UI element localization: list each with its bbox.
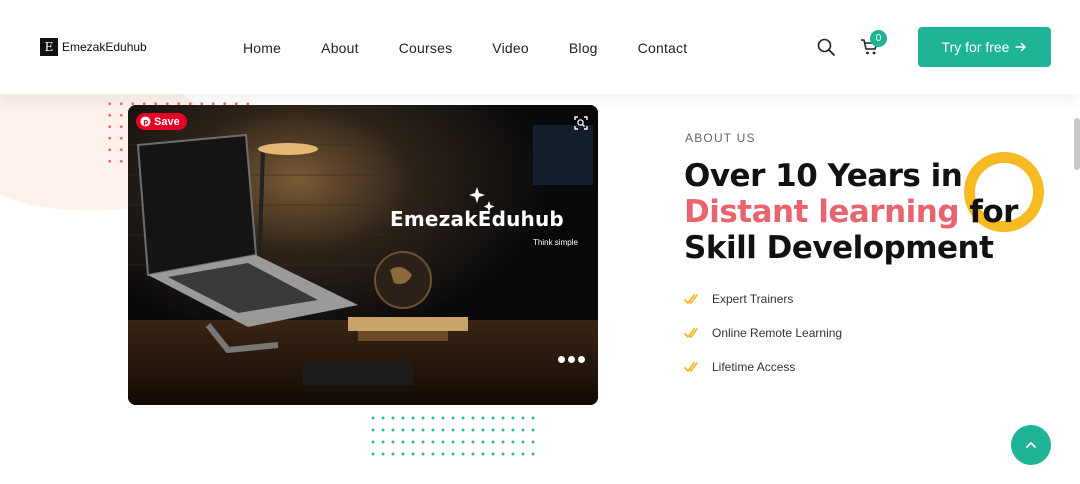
- check-icon: [684, 294, 698, 304]
- chevron-up-icon: [1026, 442, 1036, 448]
- decorative-dots-teal: [368, 412, 538, 462]
- heading-line-1: Over 10 Years in: [684, 158, 963, 194]
- visual-search-icon[interactable]: [572, 114, 590, 132]
- feature-label: Expert Trainers: [712, 292, 794, 306]
- logo-mark: E: [40, 38, 58, 56]
- save-label: Save: [154, 115, 180, 128]
- site-header: E EmezakEduhub Home About Courses Video …: [0, 0, 1080, 94]
- nav-item-blog[interactable]: Blog: [569, 38, 598, 58]
- more-dot: [558, 355, 565, 363]
- svg-text:p: p: [143, 118, 148, 126]
- more-dot: [578, 355, 585, 363]
- section-heading: Over 10 Years in Distant learning for Sk…: [684, 158, 1018, 266]
- try-for-free-label: Try for free: [941, 39, 1010, 55]
- heading-line-2-end: for: [959, 194, 1018, 230]
- feature-label: Online Remote Learning: [712, 326, 843, 340]
- check-icon: [684, 328, 698, 338]
- logo[interactable]: E EmezakEduhub: [40, 38, 147, 56]
- nav-item-home[interactable]: Home: [243, 38, 281, 58]
- list-item: Expert Trainers: [684, 282, 842, 316]
- section-eyebrow: ABOUT US: [685, 131, 756, 145]
- image-tagline: Think simple: [533, 238, 578, 247]
- nav-item-video[interactable]: Video: [492, 38, 529, 58]
- arrow-right-icon: [1015, 42, 1027, 52]
- page: E EmezakEduhub Home About Courses Video …: [0, 0, 1080, 484]
- image-brand-title: EmezakEduhub: [390, 207, 564, 231]
- more-options-icon[interactable]: [558, 353, 590, 365]
- about-media-image[interactable]: p Save EmezakEduhub Think simple: [128, 105, 598, 405]
- nav-item-contact[interactable]: Contact: [638, 38, 688, 58]
- main-nav: Home About Courses Video Blog Contact: [243, 38, 727, 58]
- scroll-to-top-button[interactable]: [1011, 425, 1051, 465]
- try-for-free-button[interactable]: Try for free: [918, 27, 1051, 67]
- logo-text: EmezakEduhub: [62, 40, 147, 54]
- heading-accent: Distant learning: [684, 194, 960, 230]
- pinterest-save-button[interactable]: p Save: [136, 113, 187, 130]
- feature-list: Expert Trainers Online Remote Learning L…: [684, 282, 842, 384]
- heading-line-2: Distant learning for: [684, 194, 1018, 230]
- nav-item-about[interactable]: About: [321, 38, 359, 58]
- desk-laptop-photo: [128, 105, 598, 405]
- nav-item-courses[interactable]: Courses: [399, 38, 453, 58]
- list-item: Lifetime Access: [684, 350, 842, 384]
- pinterest-icon: p: [140, 116, 151, 127]
- check-icon: [684, 362, 698, 372]
- page-scrollbar[interactable]: [1074, 118, 1080, 170]
- more-dot: [568, 355, 575, 363]
- cart-count-badge: 0: [870, 30, 887, 47]
- list-item: Online Remote Learning: [684, 316, 842, 350]
- search-icon[interactable]: [816, 37, 836, 57]
- heading-line-3: Skill Development: [684, 230, 994, 266]
- feature-label: Lifetime Access: [712, 360, 796, 374]
